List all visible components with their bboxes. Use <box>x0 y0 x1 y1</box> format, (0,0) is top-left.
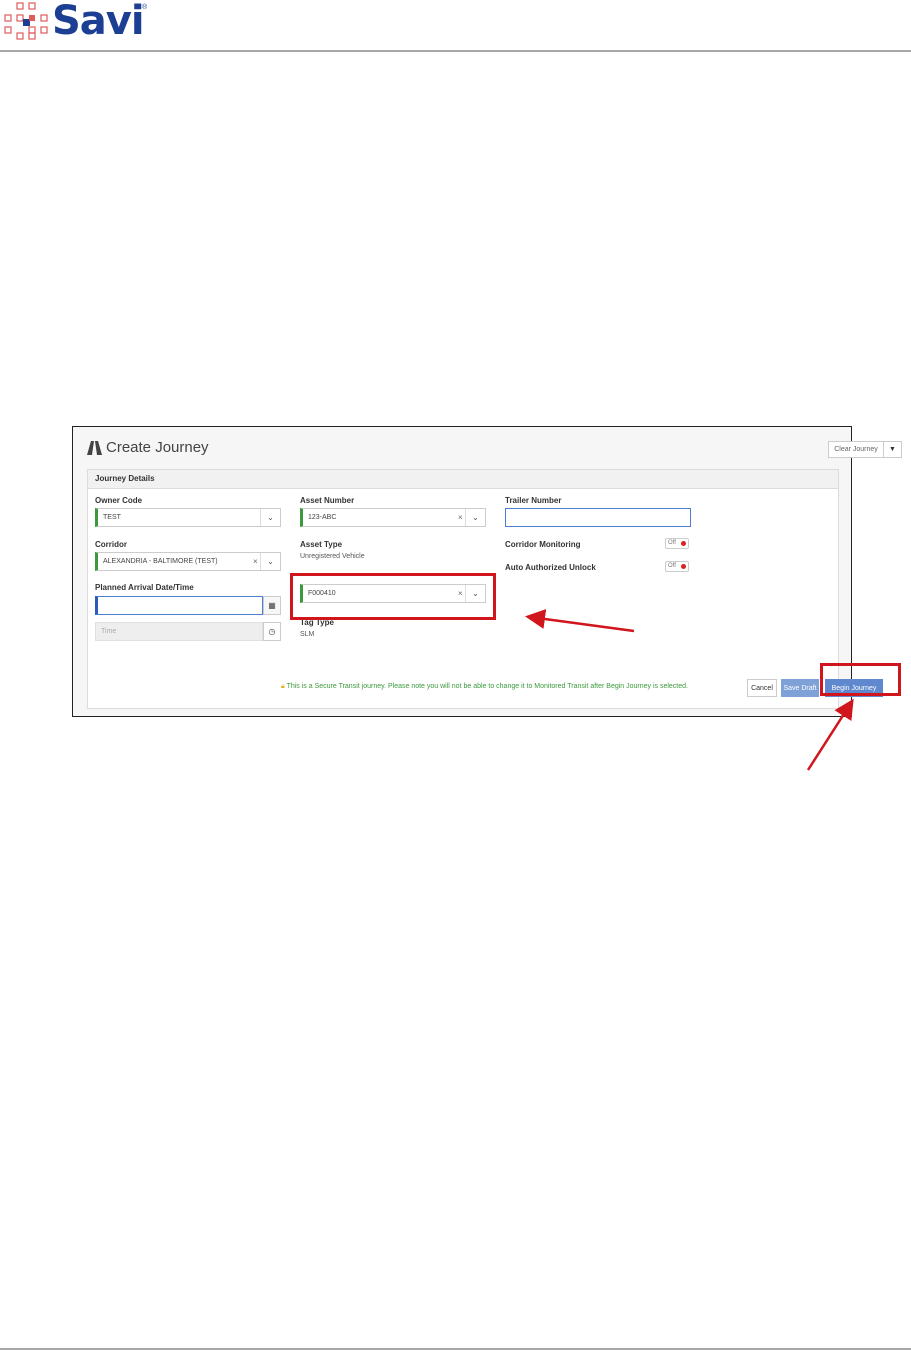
logo-text: Savi <box>52 0 145 44</box>
create-journey-screenshot: Create Journey Clear Journey ▼ Journey D… <box>72 426 902 717</box>
asset-number-select[interactable]: 123-ABC × ⌄ <box>300 508 486 527</box>
planned-arrival-date-input[interactable] <box>95 596 263 615</box>
clock-button[interactable]: ◷ <box>263 622 281 641</box>
clear-journey-group: Clear Journey ▼ <box>828 441 902 458</box>
chevron-down-icon[interactable]: ⌄ <box>260 553 280 570</box>
trailer-number-label: Trailer Number <box>505 496 562 505</box>
planned-arrival-label: Planned Arrival Date/Time <box>95 583 194 592</box>
footer-rule <box>0 1348 911 1350</box>
owner-code-select[interactable]: TEST ⌄ <box>95 508 281 527</box>
savi-logo: Savi ® <box>4 0 154 44</box>
corridor-monitoring-state: Off <box>668 540 676 546</box>
asset-type-value: Unregistered Vehicle <box>300 553 365 560</box>
owner-code-value: TEST <box>103 514 121 521</box>
owner-code-label: Owner Code <box>95 496 143 505</box>
clear-x-icon[interactable]: × <box>253 557 258 566</box>
chevron-down-icon[interactable]: ⌄ <box>465 509 485 526</box>
corridor-value: ALEXANDRIA - BALTIMORE (TEST) <box>103 558 218 565</box>
begin-journey-callout <box>820 663 901 696</box>
clock-icon: ◷ <box>268 627 276 636</box>
notice-text: This is a Secure Transit journey. Please… <box>286 683 688 690</box>
tag-type-value: SLM <box>300 631 315 638</box>
corridor-select[interactable]: ALEXANDRIA - BALTIMORE (TEST) × ⌄ <box>95 552 281 571</box>
toggle-knob <box>681 541 686 546</box>
auto-unlock-label: Auto Authorized Unlock <box>505 563 596 572</box>
logo-grid-icon <box>4 2 48 40</box>
header-rule <box>0 50 911 52</box>
calendar-icon: ▦ <box>268 601 276 610</box>
panel-title: Journey Details <box>95 474 155 483</box>
asset-type-label: Asset Type <box>300 540 343 549</box>
calendar-button[interactable]: ▦ <box>263 596 281 615</box>
auto-unlock-toggle[interactable]: Off <box>665 561 689 572</box>
planned-arrival-time-input[interactable]: Time <box>95 622 263 641</box>
cancel-button[interactable]: Cancel <box>747 679 777 697</box>
asset-number-label: Asset Number <box>300 496 355 505</box>
title-bar: Create Journey Clear Journey ▼ <box>73 427 902 467</box>
panel-header: Journey Details <box>88 470 838 489</box>
toggle-knob <box>681 564 686 569</box>
secure-transit-notice: 🔒︎ This is a Secure Transit journey. Ple… <box>281 683 688 691</box>
save-draft-button[interactable]: Save Draft <box>781 679 819 697</box>
lock-icon: 🔒︎ <box>281 683 285 690</box>
trailer-number-input[interactable] <box>505 508 691 527</box>
road-icon <box>87 441 102 455</box>
clear-journey-button[interactable]: Clear Journey <box>828 441 884 458</box>
caret-down-icon: ▼ <box>889 446 896 453</box>
auto-unlock-state: Off <box>668 563 676 569</box>
asset-number-value: 123-ABC <box>308 514 337 521</box>
chevron-down-icon[interactable]: ⌄ <box>260 509 280 526</box>
page-title: Create Journey <box>106 439 209 456</box>
logo-trademark: ® <box>142 4 148 11</box>
time-placeholder: Time <box>101 628 117 635</box>
corridor-monitoring-toggle[interactable]: Off <box>665 538 689 549</box>
corridor-monitoring-label: Corridor Monitoring <box>505 540 581 549</box>
tracking-device-callout <box>290 573 496 620</box>
clear-x-icon[interactable]: × <box>458 513 463 522</box>
clear-journey-menu-button[interactable]: ▼ <box>884 441 902 458</box>
corridor-label: Corridor <box>95 540 127 549</box>
